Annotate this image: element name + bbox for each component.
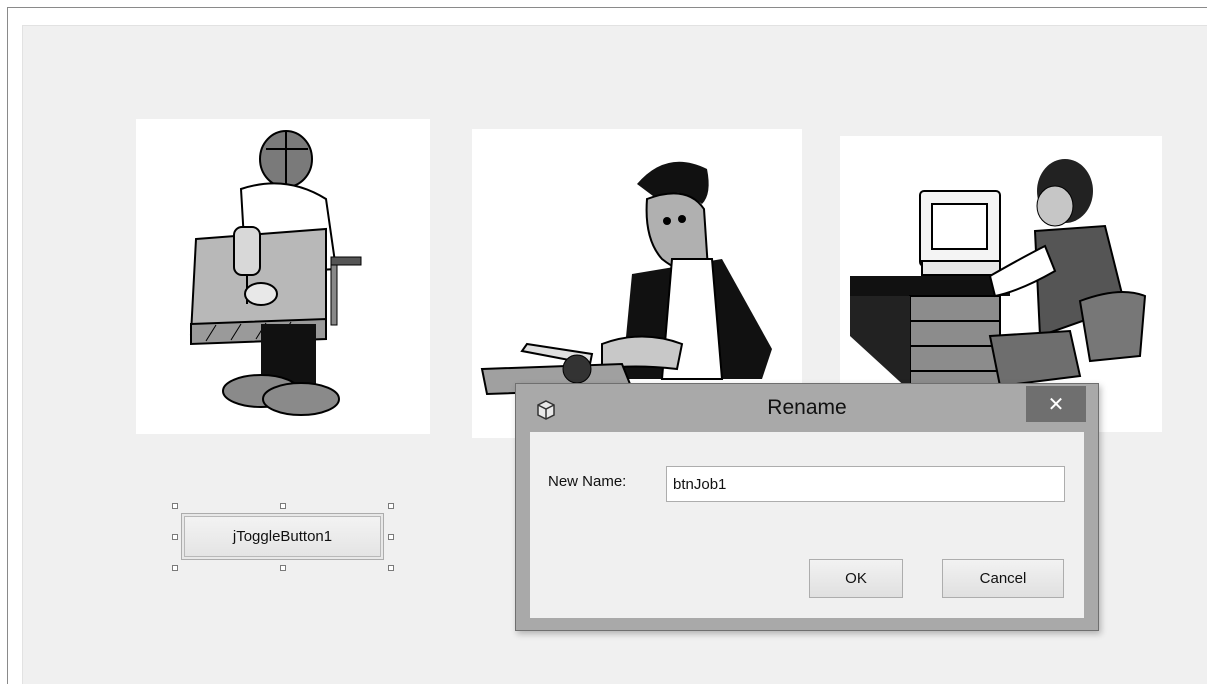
rename-dialog: Rename ✕ New Name: OK Cancel [515, 383, 1099, 631]
resize-handle-ne[interactable] [388, 503, 394, 509]
netbeans-cube-icon [535, 399, 557, 421]
close-icon: ✕ [1047, 393, 1065, 416]
dialog-title: Rename [767, 396, 847, 419]
resize-handle-sw[interactable] [172, 565, 178, 571]
resize-handle-n[interactable] [280, 503, 286, 509]
toggle-button-selection: jToggleButton1 [172, 503, 394, 571]
dialog-titlebar[interactable]: Rename ✕ [516, 384, 1098, 434]
resize-handle-w[interactable] [172, 534, 178, 540]
new-name-input[interactable] [666, 466, 1065, 502]
resize-handle-se[interactable] [388, 565, 394, 571]
dialog-body: New Name: OK Cancel [530, 432, 1084, 618]
ok-button[interactable]: OK [809, 559, 903, 598]
resize-handle-nw[interactable] [172, 503, 178, 509]
resize-handle-s[interactable] [280, 565, 286, 571]
carpenter-drilling-image[interactable] [136, 119, 430, 434]
new-name-label: New Name: [548, 473, 627, 490]
resize-handle-e[interactable] [388, 534, 394, 540]
cancel-button[interactable]: Cancel [942, 559, 1064, 598]
job-toggle-button[interactable]: jToggleButton1 [181, 513, 384, 560]
close-button[interactable]: ✕ [1026, 386, 1086, 422]
